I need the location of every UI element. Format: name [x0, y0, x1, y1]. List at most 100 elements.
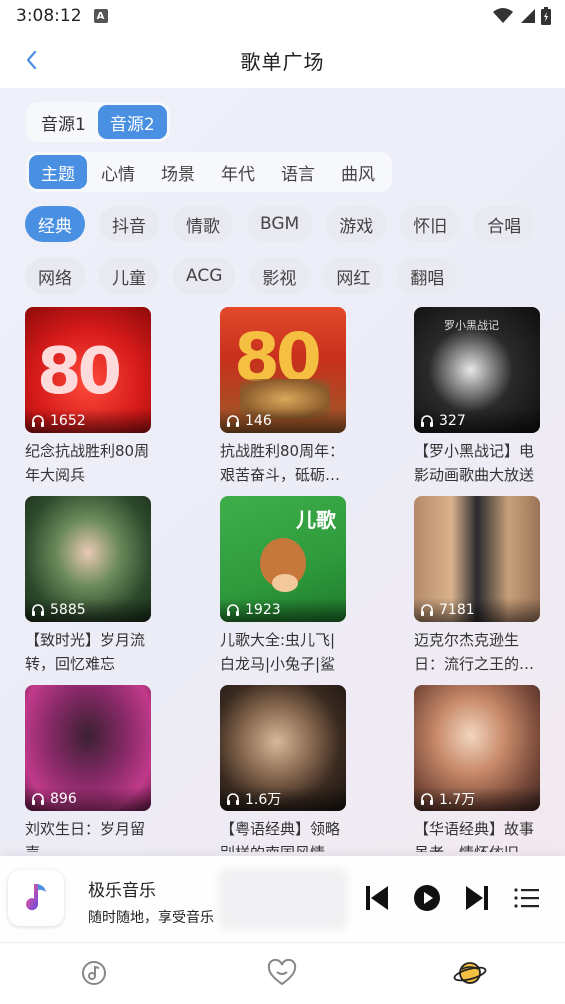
playlist-card[interactable]: 80 1652 纪念抗战胜利80周年大阅兵 — [25, 307, 155, 487]
previous-button[interactable] — [357, 878, 397, 918]
playlist-cover: 罗小黑战记 327 — [414, 307, 540, 433]
play-count: 1.6万 — [245, 792, 282, 808]
headphones-icon — [421, 793, 433, 805]
tag-bgm[interactable]: BGM — [247, 206, 313, 242]
play-count: 1652 — [50, 413, 86, 429]
source-selector: 音源1 音源2 — [26, 102, 170, 142]
headphones-icon — [421, 604, 433, 616]
heart-icon — [267, 959, 297, 986]
tag-acg[interactable]: ACG — [173, 258, 236, 294]
tag-internet[interactable]: 网络 — [25, 258, 85, 294]
playlist-title: 迈克尔杰克逊生日：流行之王的… — [414, 631, 535, 673]
tag-film-tv[interactable]: 影视 — [249, 258, 310, 294]
tag-influencer[interactable]: 网红 — [323, 258, 384, 294]
play-count: 5885 — [50, 602, 86, 618]
wifi-icon — [493, 8, 513, 23]
player-subtitle: 随时随地，享受音乐 — [88, 910, 214, 926]
headphones-icon — [421, 415, 433, 427]
play-count: 1.7万 — [439, 792, 476, 808]
player-album-art[interactable] — [8, 870, 64, 926]
play-count: 896 — [50, 791, 77, 807]
play-count-overlay: 1.7万 — [414, 787, 540, 811]
skip-next-icon — [466, 886, 488, 910]
playlist-card[interactable]: 7181 迈克尔杰克逊生日：流行之王的… — [414, 496, 540, 676]
playlist-title: 刘欢生日：岁月留声 — [25, 820, 146, 852]
playlist-card[interactable]: 80 146 抗战胜利80周年：艰苦奋斗，砥砺… — [220, 307, 350, 487]
tag-douyin[interactable]: 抖音 — [99, 206, 159, 242]
tab-discover[interactable] — [452, 955, 488, 991]
category-tab-theme[interactable]: 主题 — [29, 155, 87, 189]
battery-icon — [541, 7, 551, 25]
headphones-icon — [227, 604, 239, 616]
next-button[interactable] — [457, 878, 497, 918]
header: 歌单广场 — [0, 32, 565, 88]
tag-row-1: 经典 抖音 情歌 BGM 游戏 怀旧 合唱 — [25, 206, 535, 242]
playlist-card[interactable]: 896 刘欢生日：岁月留声 — [25, 685, 155, 852]
tag-classic[interactable]: 经典 — [25, 206, 85, 242]
player-app-name: 极乐音乐 — [88, 881, 156, 901]
planet-icon — [453, 962, 487, 984]
playlist-card[interactable]: 1.7万 【华语经典】故事虽老，情怀依旧 — [414, 685, 540, 852]
tag-children[interactable]: 儿童 — [99, 258, 159, 294]
playlist-title: 【华语经典】故事虽老，情怀依旧 — [414, 820, 535, 852]
tag-game[interactable]: 游戏 — [326, 206, 387, 242]
category-tab-style[interactable]: 曲风 — [329, 155, 387, 189]
tag-chorus[interactable]: 合唱 — [474, 206, 535, 242]
tag-row-2: 网络 儿童 ACG 影视 网红 翻唱 — [25, 258, 458, 294]
headphones-icon — [32, 604, 44, 616]
play-icon — [414, 885, 440, 911]
music-note-icon — [26, 884, 46, 911]
play-count: 7181 — [439, 602, 475, 618]
notification-badge: A — [93, 9, 108, 23]
category-selector: 主题 心情 场景 年代 语言 曲风 — [26, 152, 392, 192]
player-blurred-area — [218, 868, 348, 930]
playlist-card[interactable]: 儿歌 1923 儿歌大全:虫儿飞|白龙马|小兔子|鲨 — [220, 496, 350, 676]
headphones-icon — [32, 793, 44, 805]
playlist-title: 【致时光】岁月流转，回忆难忘 — [25, 631, 146, 673]
signal-icon — [521, 9, 535, 23]
mini-player[interactable]: 极乐音乐 随时随地，享受音乐 — [0, 856, 565, 942]
player-info: 极乐音乐 随时随地，享受音乐 — [88, 876, 214, 927]
playlist-card[interactable]: 1.6万 【粤语经典】领略别样的南国风情 — [220, 685, 350, 852]
play-count-overlay: 1652 — [25, 409, 151, 433]
play-count: 1923 — [245, 602, 281, 618]
headphones-icon — [32, 415, 44, 427]
category-tab-mood[interactable]: 心情 — [89, 155, 147, 189]
cover-title-art: 儿歌 — [296, 508, 336, 532]
source-tab-2[interactable]: 音源2 — [97, 105, 167, 139]
queue-list-icon — [514, 888, 539, 908]
tag-nostalgia[interactable]: 怀旧 — [400, 206, 461, 242]
tab-music[interactable] — [76, 955, 112, 991]
playlist-title: 纪念抗战胜利80周年大阅兵 — [25, 442, 150, 484]
playlist-cover: 896 — [25, 685, 151, 811]
tag-cover[interactable]: 翻唱 — [397, 258, 458, 294]
category-tab-scene[interactable]: 场景 — [149, 155, 207, 189]
headphones-icon — [227, 415, 239, 427]
playlist-cover: 7181 — [414, 496, 540, 622]
cover-number-art: 80 — [37, 335, 122, 409]
back-arrow-icon[interactable] — [20, 48, 44, 72]
status-time: 3:08:12 — [16, 6, 82, 26]
play-count: 146 — [245, 413, 272, 429]
playlist-cover: 80 146 — [220, 307, 346, 433]
play-count-overlay: 146 — [220, 409, 346, 433]
source-tab-1[interactable]: 音源1 — [29, 105, 98, 139]
playlist-title: 儿歌大全:虫儿飞|白龙马|小兔子|鲨 — [220, 631, 336, 673]
playlist-card[interactable]: 5885 【致时光】岁月流转，回忆难忘 — [25, 496, 155, 676]
tab-favorites[interactable] — [264, 955, 300, 991]
playlist-cover: 1.7万 — [414, 685, 540, 811]
play-button[interactable] — [407, 878, 447, 918]
play-count: 327 — [439, 413, 466, 429]
tag-love-songs[interactable]: 情歌 — [173, 206, 233, 242]
play-count-overlay: 7181 — [414, 598, 540, 622]
music-disc-icon — [82, 961, 106, 985]
cover-title-art: 罗小黑战记 — [444, 319, 499, 332]
playlist-title: 抗战胜利80周年：艰苦奋斗，砥砺… — [220, 442, 345, 484]
playlist-cover: 儿歌 1923 — [220, 496, 346, 622]
playlist-grid: 80 1652 纪念抗战胜利80周年大阅兵 80 146 抗战胜利80周年：艰苦… — [25, 307, 540, 852]
category-tab-era[interactable]: 年代 — [209, 155, 267, 189]
playlist-card[interactable]: 罗小黑战记 327 【罗小黑战记】电影动画歌曲大放送 — [414, 307, 540, 487]
play-count-overlay: 1.6万 — [220, 787, 346, 811]
playlist-queue-button[interactable] — [507, 878, 547, 918]
category-tab-language[interactable]: 语言 — [269, 155, 327, 189]
